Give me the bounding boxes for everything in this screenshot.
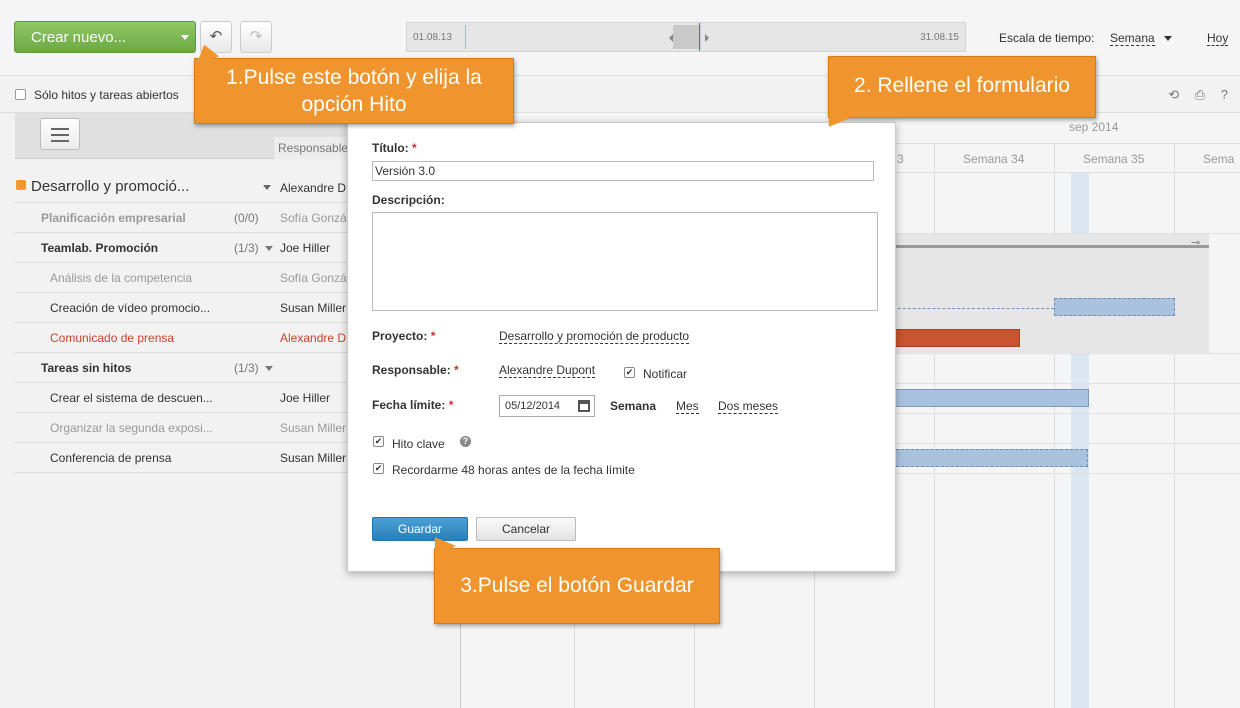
chevron-down-icon[interactable] [181,35,189,40]
task-bar[interactable] [891,449,1088,467]
arrow-right-icon[interactable] [705,34,709,42]
help-icon[interactable]: ? [1221,87,1228,102]
callout-text: 1.Pulse este botón y elija la opción Hit… [226,66,482,116]
timeline-slider[interactable]: 01.08.13 31.08.15 [406,22,966,52]
redo-icon: ↷ [249,28,263,45]
timeline-thumb[interactable] [673,25,701,49]
milestone-key-label: Hito clave [392,437,445,451]
create-new-button[interactable]: Crear nuevo... [14,21,196,53]
task-bar[interactable] [891,389,1089,407]
milestone-name: Teamlab. Promoción [41,241,159,255]
milestone-key-icon: ⊸ [1191,237,1201,249]
description-label: Descripción: [372,193,445,207]
milestone-form-dialog: Título: * Descripción: Proyecto: * Desar… [347,122,896,572]
timeline-marker [465,25,466,49]
gantt-week-label: Sema [1203,152,1235,166]
milestone-name: Tareas sin hitos [41,361,132,375]
milestone-count: (0/0) [234,211,259,225]
task-name: Análisis de la competencia [50,271,193,285]
gantt-gridline [1054,143,1055,708]
task-responsible: Sofía Gonzá [280,271,347,285]
notify-label: Notificar [643,367,688,381]
deadline-option-two-months[interactable]: Dos meses [718,399,779,414]
task-name: Organizar la segunda exposi... [50,421,213,435]
callout-text: 2. Rellene el formulario [854,74,1070,97]
callout-step-3: 3.Pulse el botón Guardar [426,530,720,624]
task-name: Conferencia de prensa [50,451,172,465]
calendar-icon[interactable] [578,400,590,412]
chevron-down-icon[interactable] [265,366,273,371]
task-responsible: Susan Miller [280,301,347,315]
chevron-down-icon[interactable] [263,185,271,190]
task-name: Creación de vídeo promocio... [50,301,211,315]
save-button[interactable]: Guardar [372,517,468,541]
hamburger-icon [51,134,69,136]
task-responsible: Joe Hiller [280,391,331,405]
title-input[interactable] [372,161,874,181]
milestone-responsible: Joe Hiller [280,241,331,255]
hamburger-icon [51,140,69,142]
today-link[interactable]: Hoy [1207,31,1229,46]
callout-step-2: 2. Rellene el formulario [820,56,1096,134]
deadline-option-week[interactable]: Semana [610,399,656,413]
cancel-button[interactable]: Cancelar [476,517,576,541]
description-textarea[interactable] [372,212,878,311]
time-scale-select[interactable]: Semana [1110,31,1155,46]
chevron-down-icon[interactable] [265,246,273,251]
task-responsible: Alexandre D [280,331,347,345]
timeline-end-date: 31.08.15 [920,32,959,43]
project-select[interactable]: Desarrollo y promoción de producto [499,329,690,344]
view-actions: ⟲ ⎙ ? [1156,87,1228,103]
deadline-label: Fecha límite: * [372,398,454,412]
gantt-month-label: sep 2014 [1069,120,1119,134]
open-only-label: Sólo hitos y tareas abiertos [34,88,179,102]
deadline-date-input[interactable]: 05/12/2014 [499,395,595,417]
project-name: Desarrollo y promoció... [31,178,190,195]
responsible-label: Responsable: * [372,363,459,377]
refresh-icon[interactable]: ⟲ [1168,87,1179,102]
task-bar[interactable] [1054,298,1175,316]
task-name: Crear el sistema de descuen... [50,391,213,405]
project-responsible: Alexandre D [280,181,347,195]
reminder-checkbox[interactable]: ✔ [373,463,384,474]
deadline-date-value: 05/12/2014 [505,400,561,412]
milestone-name: Planificación empresarial [41,211,186,225]
task-name: Comunicado de prensa [50,331,175,345]
deadline-option-month[interactable]: Mes [676,399,699,414]
print-icon[interactable]: ⎙ [1195,87,1205,102]
project-label: Proyecto: * [372,329,436,343]
create-new-label: Crear nuevo... [31,29,127,46]
lock-icon [16,180,26,190]
task-responsible: Susan Miller [280,451,347,465]
milestone-bar[interactable] [891,245,1209,248]
hamburger-icon [51,128,69,130]
callout-step-1: 1.Pulse este botón y elija la opción Hit… [190,41,514,124]
callout-text: 3.Pulse el botón Guardar [460,574,694,597]
milestone-key-checkbox[interactable]: ✔ [373,436,384,447]
title-label: Título: * [372,141,417,155]
milestone-count: (1/3) [234,361,259,375]
timeline-start-date: 01.08.13 [413,32,452,43]
redo-button[interactable]: ↷ [240,21,272,53]
reminder-label: Recordarme 48 horas antes de la fecha lí… [392,463,635,477]
milestone-count: (1/3) [234,241,259,255]
help-icon[interactable]: ? [460,436,471,447]
milestone-responsible: Sofía Gonzá [280,211,347,225]
responsible-select[interactable]: Alexandre Dupont [499,363,596,378]
gantt-week-label: Semana 34 [963,152,1025,166]
open-only-checkbox[interactable] [15,89,26,100]
task-bar-overdue[interactable] [891,329,1020,347]
chevron-down-icon[interactable] [1164,36,1172,41]
gantt-gridline [1174,143,1175,708]
gantt-gridline [934,143,935,708]
menu-button[interactable] [40,118,80,150]
notify-checkbox[interactable]: ✔ [624,367,635,378]
task-dependency-line [898,308,1054,309]
task-responsible: Susan Miller [280,421,347,435]
timeline-cursor [699,23,700,51]
gantt-week-label: Semana 35 [1083,152,1145,166]
time-scale-label: Escala de tiempo: [999,31,1095,45]
gantt-week-label: 3 [897,152,904,166]
